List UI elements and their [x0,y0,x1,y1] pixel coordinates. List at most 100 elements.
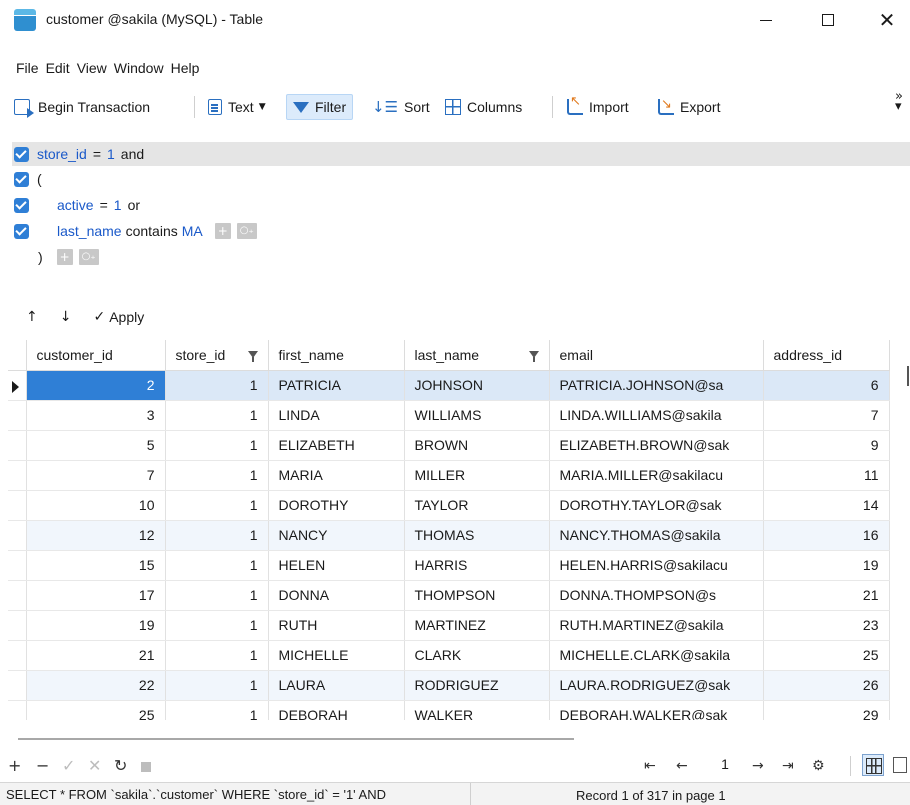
table-row[interactable]: 25 1 DEBORAH WALKER DEBORAH.WALKER@sak 29 [8,700,890,720]
filter-operator[interactable]: = [93,146,101,162]
table-cell[interactable]: 25 [763,640,890,671]
table-cell[interactable]: 1 [165,550,269,581]
table-cell[interactable]: 6 [763,370,890,401]
refresh-icon[interactable]: ↻ [114,756,127,775]
table-row[interactable]: 12 1 NANCY THOMAS NANCY.THOMAS@sakila 16 [8,520,890,551]
filter-operator[interactable]: = [100,197,108,213]
grid-view-button[interactable] [862,754,884,776]
table-cell[interactable]: MICHELLE [268,640,405,671]
table-cell[interactable]: RUTH.MARTINEZ@sakila [549,610,764,641]
row-indicator[interactable] [8,640,27,671]
menu-edit[interactable]: Edit [46,60,70,84]
filter-checkbox[interactable] [14,197,29,213]
columns-button[interactable]: Columns [445,95,522,119]
row-indicator[interactable] [8,400,27,431]
table-cell[interactable]: JOHNSON [404,370,550,401]
table-row[interactable]: 21 1 MICHELLE CLARK MICHELLE.CLARK@sakila 25 [8,640,890,671]
toolbar-overflow-icon[interactable]: » ▾ [895,90,903,113]
table-row[interactable]: 15 1 HELEN HARRIS HELEN.HARRIS@sakilacu 19 [8,550,890,581]
row-indicator[interactable] [8,490,27,521]
table-cell[interactable]: 9 [763,430,890,461]
table-cell[interactable]: 12 [26,520,166,551]
delete-record-icon[interactable]: − [36,756,49,775]
table-cell[interactable]: 15 [26,550,166,581]
table-row[interactable]: 19 1 RUTH MARTINEZ RUTH.MARTINEZ@sakila 23 [8,610,890,641]
filter-checkbox[interactable] [14,171,29,187]
table-cell[interactable]: 1 [165,580,269,611]
table-cell[interactable]: DOROTHY [268,490,405,521]
table-cell[interactable]: BROWN [404,430,550,461]
settings-gear-icon[interactable]: ⚙ [812,758,825,774]
row-indicator[interactable] [8,550,27,581]
move-down-icon[interactable]: ↓ [60,309,72,325]
table-cell[interactable]: 22 [26,670,166,701]
table-cell[interactable]: PATRICIA.JOHNSON@sa [549,370,764,401]
table-cell[interactable]: 21 [26,640,166,671]
filter-value[interactable]: 1 [107,146,115,162]
table-cell[interactable]: NANCY [268,520,405,551]
horizontal-scrollbar[interactable] [18,738,574,740]
table-cell[interactable]: MARIA.MILLER@sakilacu [549,460,764,491]
move-up-icon[interactable]: ↑ [26,309,38,325]
table-cell[interactable]: 1 [165,520,269,551]
column-header[interactable]: first_name [268,340,405,371]
table-cell[interactable]: 1 [165,610,269,641]
table-cell[interactable]: 10 [26,490,166,521]
add-condition-button[interactable]: + [214,223,231,239]
table-cell[interactable]: LAURA [268,670,405,701]
row-indicator[interactable] [8,520,27,551]
filter-value[interactable]: 1 [114,197,122,213]
table-cell[interactable]: 26 [763,670,890,701]
menu-file[interactable]: File [16,60,39,84]
close-button[interactable]: ✕ [864,0,910,40]
table-cell[interactable]: 17 [26,580,166,611]
discard-changes-icon[interactable]: ✕ [88,756,101,775]
table-cell[interactable]: WILLIAMS [404,400,550,431]
filter-condition-row[interactable]: last_name contains MA + ○₊ [14,220,257,242]
data-grid[interactable]: customer_id store_id first_name last_nam… [8,340,900,720]
table-cell[interactable]: 1 [165,640,269,671]
row-indicator[interactable] [8,430,27,461]
column-header[interactable]: email [549,340,764,371]
table-cell[interactable]: 1 [165,670,269,701]
table-cell[interactable]: LINDA.WILLIAMS@sakila [549,400,764,431]
table-row[interactable]: 2 1 PATRICIA JOHNSON PATRICIA.JOHNSON@sa 6 [8,370,890,401]
table-cell[interactable]: 2 [26,370,166,401]
table-row[interactable]: 17 1 DONNA THOMPSON DONNA.THOMPSON@s 21 [8,580,890,611]
filter-button[interactable]: Filter [286,94,354,120]
table-cell[interactable]: 11 [763,460,890,491]
table-cell[interactable]: DONNA.THOMPSON@s [549,580,764,611]
add-group-button[interactable]: ○₊ [78,249,99,265]
table-cell[interactable]: WALKER [404,700,550,720]
column-filter-icon[interactable] [247,351,258,362]
filter-checkbox[interactable] [14,223,29,239]
table-cell[interactable]: CLARK [404,640,550,671]
filter-value[interactable]: MA [182,223,203,239]
table-cell[interactable]: THOMPSON [404,580,550,611]
table-cell[interactable]: RUTH [268,610,405,641]
table-cell[interactable]: ELIZABETH.BROWN@sak [549,430,764,461]
row-indicator[interactable] [8,700,27,720]
table-cell[interactable]: 14 [763,490,890,521]
table-cell[interactable]: 25 [26,700,166,720]
row-indicator[interactable] [8,670,27,701]
table-cell[interactable]: TAYLOR [404,490,550,521]
vertical-scrollbar[interactable] [907,366,909,386]
begin-transaction-button[interactable]: Begin Transaction [14,95,150,119]
table-cell[interactable]: 29 [763,700,890,720]
minimize-button[interactable] [743,0,789,40]
menu-view[interactable]: View [77,60,107,84]
menu-window[interactable]: Window [114,60,164,84]
table-cell[interactable]: 19 [26,610,166,641]
table-cell[interactable]: DEBORAH [268,700,405,720]
table-row[interactable]: 5 1 ELIZABETH BROWN ELIZABETH.BROWN@sak 9 [8,430,890,461]
table-cell[interactable]: LAURA.RODRIGUEZ@sak [549,670,764,701]
table-cell[interactable]: 1 [165,700,269,720]
table-cell[interactable]: RODRIGUEZ [404,670,550,701]
filter-condition-row[interactable]: active = 1 or [14,194,140,216]
table-cell[interactable]: LINDA [268,400,405,431]
row-indicator[interactable] [8,580,27,611]
table-row[interactable]: 3 1 LINDA WILLIAMS LINDA.WILLIAMS@sakila 7 [8,400,890,431]
table-cell[interactable]: THOMAS [404,520,550,551]
table-cell[interactable]: HARRIS [404,550,550,581]
